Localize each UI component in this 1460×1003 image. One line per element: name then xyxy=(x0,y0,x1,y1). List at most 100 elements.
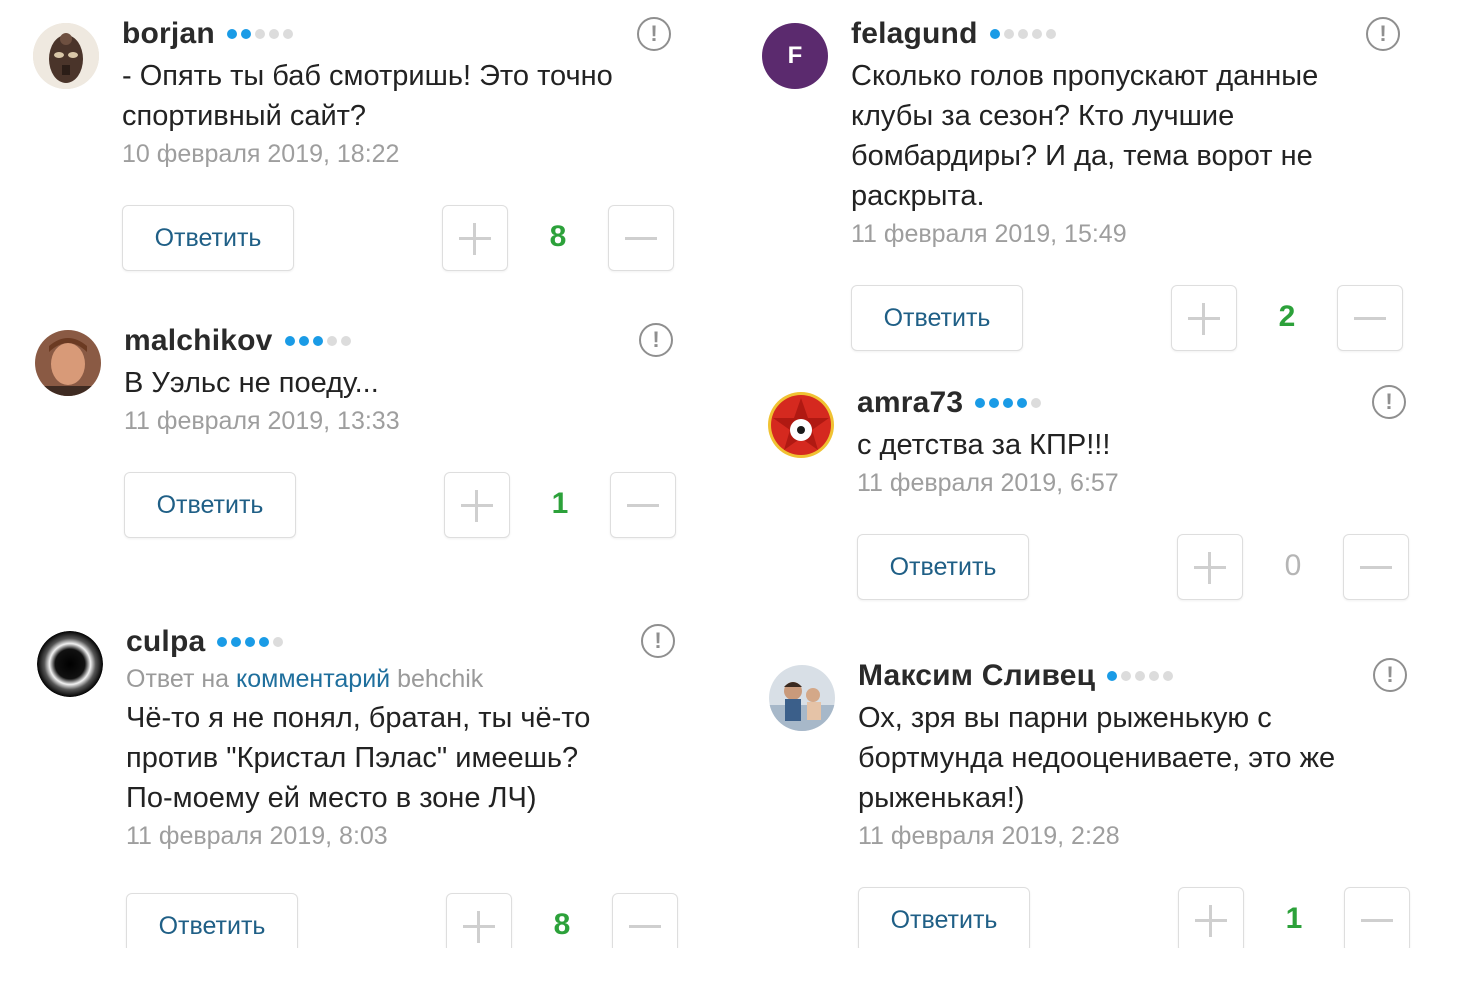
rating-dot xyxy=(1045,29,1056,39)
avatar[interactable] xyxy=(37,631,103,697)
reply-button[interactable]: Ответить xyxy=(857,534,1029,600)
rating-dot xyxy=(1003,29,1014,39)
user-rating xyxy=(975,398,1045,408)
username[interactable]: borjan xyxy=(122,17,215,51)
rating-dot xyxy=(245,637,256,647)
crop-edge xyxy=(0,948,1460,1003)
username[interactable]: amra73 xyxy=(857,386,963,420)
comment-text-line: бомбардиры? И да, тема ворот не xyxy=(851,140,1313,172)
reply-to-user[interactable]: behchik xyxy=(397,665,483,693)
rating-dot xyxy=(1163,671,1174,681)
comment-text-line: раскрыта. xyxy=(851,180,985,212)
upvote-button[interactable] xyxy=(444,472,510,538)
rating-dot xyxy=(326,336,337,346)
comment-text-line: с детства за КПР!!! xyxy=(857,429,1111,461)
comment-score: 2 xyxy=(1278,300,1296,333)
user-rating xyxy=(226,29,297,39)
rating-dot xyxy=(1003,398,1014,408)
rating-dot xyxy=(298,336,309,346)
reply-button[interactable]: Ответить xyxy=(851,285,1023,351)
report-icon[interactable]: ! xyxy=(639,323,673,357)
rating-dot xyxy=(268,29,279,39)
comment-date: 11 февраля 2019, 8:03 xyxy=(126,822,388,850)
ring-avatar-image xyxy=(37,631,103,697)
report-icon[interactable]: ! xyxy=(1373,658,1407,692)
rating-dot xyxy=(1135,671,1146,681)
comment-text: Чё-то я не понял, братан, ты чё-то проти… xyxy=(126,698,686,818)
comment-text-line: - Опять ты баб смотришь! Это точно xyxy=(122,60,613,92)
report-icon[interactable]: ! xyxy=(637,17,671,51)
group-photo-avatar-image xyxy=(769,665,835,731)
report-icon[interactable]: ! xyxy=(641,624,675,658)
comment-text-line: бортмунда недооцениваете, это же xyxy=(858,742,1336,774)
mask-avatar-image xyxy=(33,23,99,89)
rating-dot xyxy=(1149,671,1160,681)
report-icon[interactable]: ! xyxy=(1372,385,1406,419)
rating-dot xyxy=(226,29,237,39)
user-rating xyxy=(217,637,287,647)
user-rating xyxy=(284,336,355,346)
comment-score: 1 xyxy=(551,487,569,520)
rating-dot xyxy=(975,398,986,408)
upvote-button[interactable] xyxy=(1178,887,1244,953)
reply-to-comment-link[interactable]: комментарий xyxy=(236,665,390,693)
comment-text-line: Сколько голов пропускают данные xyxy=(851,60,1319,92)
avatar[interactable] xyxy=(769,665,835,731)
username[interactable]: culpa xyxy=(126,625,205,659)
downvote-button[interactable] xyxy=(610,472,676,538)
rating-dot xyxy=(312,336,323,346)
comment-text-line: Чё-то я не понял, братан, ты чё-то xyxy=(126,702,591,734)
rating-dot xyxy=(1017,29,1028,39)
user-rating xyxy=(1107,671,1177,681)
rating-dot xyxy=(1031,398,1042,408)
person-avatar-image xyxy=(35,330,101,396)
comment-text-line: Ох, зря вы парни рыженькую с xyxy=(858,702,1272,734)
avatar[interactable]: F xyxy=(762,23,828,89)
username[interactable]: Максим Сливец xyxy=(858,659,1095,693)
club-crest-avatar-image xyxy=(768,392,834,458)
downvote-button[interactable] xyxy=(1344,887,1410,953)
comment-date: 11 февраля 2019, 6:57 xyxy=(857,469,1119,497)
reply-button[interactable]: Ответить xyxy=(858,887,1030,953)
avatar[interactable] xyxy=(33,23,99,89)
rating-dot xyxy=(1121,671,1132,681)
upvote-button[interactable] xyxy=(1177,534,1243,600)
comment-score: 0 xyxy=(1284,549,1302,582)
comment-text: с детства за КПР!!! xyxy=(857,425,1417,465)
comment-date: 11 февраля 2019, 13:33 xyxy=(124,407,400,435)
downvote-button[interactable] xyxy=(1337,285,1403,351)
comment-score: 1 xyxy=(1285,902,1303,935)
avatar-letter: F xyxy=(787,42,803,69)
upvote-button[interactable] xyxy=(1171,285,1237,351)
avatar[interactable] xyxy=(768,392,834,458)
comment-text-line: В Уэльс не поеду... xyxy=(124,367,379,399)
comment-text: - Опять ты баб смотришь! Это точно спорт… xyxy=(122,56,682,136)
rating-dot xyxy=(217,637,228,647)
rating-dot xyxy=(1031,29,1042,39)
username[interactable]: malchikov xyxy=(124,324,273,358)
upvote-button[interactable] xyxy=(442,205,508,271)
reply-to-line: Ответ на комментарий behchik xyxy=(126,662,686,696)
rating-dot xyxy=(282,29,293,39)
rating-dot xyxy=(284,336,295,346)
reply-button[interactable]: Ответить xyxy=(122,205,294,271)
rating-dot xyxy=(989,29,1000,39)
comment-score: 8 xyxy=(549,220,567,253)
rating-dot xyxy=(1017,398,1028,408)
username[interactable]: felagund xyxy=(851,17,978,51)
comment-text-line: спортивный сайт? xyxy=(122,100,367,132)
downvote-button[interactable] xyxy=(1343,534,1409,600)
downvote-button[interactable] xyxy=(608,205,674,271)
rating-dot xyxy=(340,336,351,346)
rating-dot xyxy=(240,29,251,39)
report-icon[interactable]: ! xyxy=(1366,17,1400,51)
reply-button[interactable]: Ответить xyxy=(124,472,296,538)
user-rating xyxy=(989,29,1060,39)
rating-dot xyxy=(259,637,270,647)
comment-date: 10 февраля 2019, 18:22 xyxy=(122,140,400,168)
rating-dot xyxy=(1107,671,1118,681)
rating-dot xyxy=(273,637,284,647)
comment-date: 11 февраля 2019, 15:49 xyxy=(851,220,1127,248)
comment-text-line: По-моему ей место в зоне ЛЧ) xyxy=(126,782,537,814)
avatar[interactable] xyxy=(35,330,101,396)
